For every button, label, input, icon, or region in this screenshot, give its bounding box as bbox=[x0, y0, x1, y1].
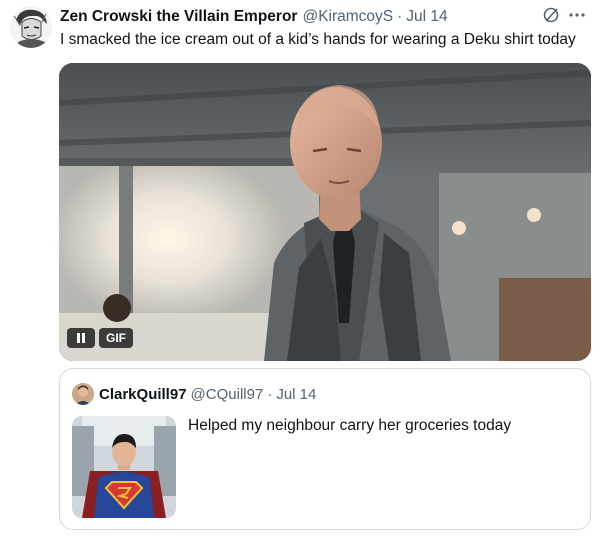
quoted-tweet-date[interactable]: Jul 14 bbox=[276, 386, 316, 403]
quoted-tweet-header: ClarkQuill97 @CQuill97 · Jul 14 bbox=[72, 383, 316, 405]
quoted-author-name[interactable]: ClarkQuill97 bbox=[99, 386, 187, 403]
author-avatar[interactable] bbox=[10, 6, 52, 48]
quoted-tweet[interactable]: ClarkQuill97 @CQuill97 · Jul 14 Helped m… bbox=[59, 368, 591, 530]
quoted-separator-dot: · bbox=[267, 385, 273, 403]
gif-controls: GIF bbox=[67, 328, 133, 348]
author-name[interactable]: Zen Crowski the Villain Emperor bbox=[60, 8, 297, 26]
pause-button[interactable] bbox=[67, 328, 95, 348]
grok-icon[interactable] bbox=[542, 6, 560, 29]
tweet-header: Zen Crowski the Villain Emperor @Kiramco… bbox=[60, 6, 590, 28]
quoted-media-thumbnail[interactable] bbox=[72, 416, 176, 518]
quoted-author-avatar[interactable] bbox=[72, 383, 94, 405]
author-handle[interactable]: @KiramcoyS bbox=[302, 8, 393, 26]
more-icon[interactable] bbox=[568, 6, 586, 29]
tweet-date[interactable]: Jul 14 bbox=[406, 8, 447, 26]
separator-dot: · bbox=[397, 8, 403, 25]
pause-icon bbox=[77, 333, 85, 343]
gif-frame bbox=[59, 63, 591, 361]
tweet-media-gif[interactable]: GIF bbox=[59, 63, 591, 361]
quoted-author-handle[interactable]: @CQuill97 bbox=[191, 386, 264, 403]
gif-badge: GIF bbox=[99, 328, 133, 348]
header-actions bbox=[542, 6, 586, 28]
quoted-tweet-text: Helped my neighbour carry her groceries … bbox=[188, 417, 512, 434]
tweet-text: I smacked the ice cream out of a kid’s h… bbox=[60, 31, 576, 48]
